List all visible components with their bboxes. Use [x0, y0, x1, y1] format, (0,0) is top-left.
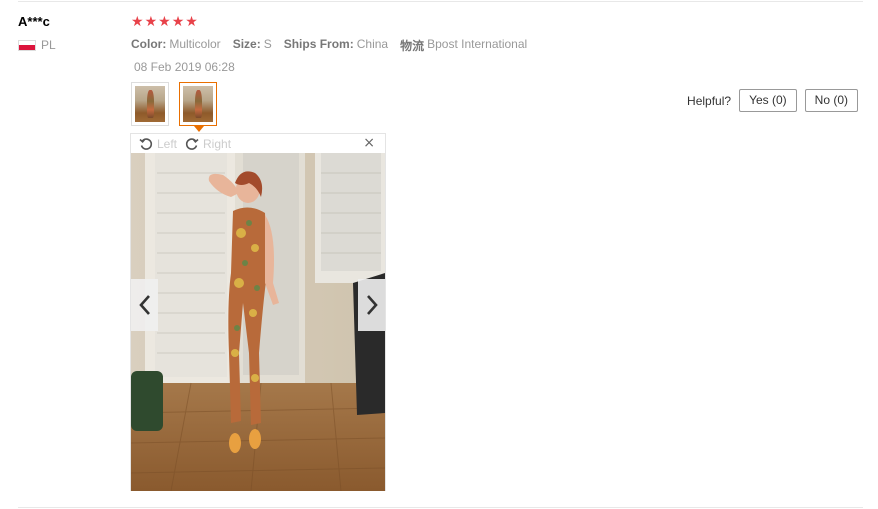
- star-icon: ★: [185, 14, 198, 30]
- close-icon[interactable]: ×: [363, 135, 375, 151]
- rotate-right-icon: [185, 137, 199, 150]
- thumbnail-image: [183, 86, 213, 122]
- attr-ships-from: Ships From: China: [284, 37, 388, 54]
- top-divider: [18, 1, 863, 2]
- thumbnail-image: [135, 86, 165, 122]
- attr-logistics: 物流 Bpost International: [400, 37, 527, 54]
- helpful-yes-button[interactable]: Yes (0): [739, 89, 797, 112]
- attr-key: Size:: [232, 37, 261, 51]
- review-photo-image: [131, 153, 385, 491]
- star-icon: ★: [144, 14, 158, 30]
- rotate-right-button[interactable]: Right: [185, 137, 231, 151]
- helpful-label: Helpful?: [687, 93, 732, 108]
- helpful-no-button[interactable]: No (0): [804, 89, 858, 112]
- attr-key: Ships From:: [283, 37, 354, 51]
- rotate-left-label: Left: [157, 136, 178, 151]
- poland-flag-icon: [18, 39, 36, 51]
- rotate-left-button[interactable]: Left: [139, 137, 177, 151]
- chevron-left-icon: [138, 295, 150, 315]
- photo-viewer: Left Right ×: [130, 133, 386, 491]
- rotate-right-label: Right: [203, 136, 232, 151]
- attr-value: Multicolor: [169, 37, 221, 51]
- reviewer-country: PL: [18, 38, 56, 52]
- attr-color: Color: Multicolor: [131, 37, 221, 54]
- star-icon: ★: [131, 14, 144, 30]
- attr-value: Bpost International: [427, 37, 528, 51]
- rotate-left-icon: [139, 137, 153, 150]
- attr-key: Color:: [131, 37, 167, 51]
- reviewer-name: A***c: [18, 14, 50, 29]
- attr-size: Size: S: [233, 37, 272, 54]
- chevron-right-icon: [366, 295, 378, 315]
- viewer-toolbar: Left Right ×: [131, 134, 385, 153]
- review-date: 08 Feb 2019 06:28: [134, 60, 235, 74]
- rating-stars: ★ ★ ★ ★ ★: [131, 14, 198, 30]
- photo-thumbnail-1[interactable]: [131, 82, 169, 126]
- helpful-vote: Helpful? Yes (0) No (0): [687, 89, 858, 112]
- order-attributes: Color: Multicolor Size: S Ships From: Ch…: [131, 37, 527, 54]
- star-icon: ★: [171, 14, 185, 30]
- attr-value: China: [356, 37, 389, 51]
- review-photo: [131, 153, 385, 491]
- country-code: PL: [41, 38, 56, 52]
- attr-value: S: [263, 37, 272, 51]
- bottom-divider: [18, 507, 863, 508]
- attr-key: 物流: [400, 39, 425, 53]
- photo-thumbnail-2[interactable]: [179, 82, 217, 132]
- next-photo-button[interactable]: [358, 279, 385, 331]
- star-icon: ★: [158, 14, 171, 30]
- photo-thumbnails: [131, 82, 217, 132]
- previous-photo-button[interactable]: [131, 279, 158, 331]
